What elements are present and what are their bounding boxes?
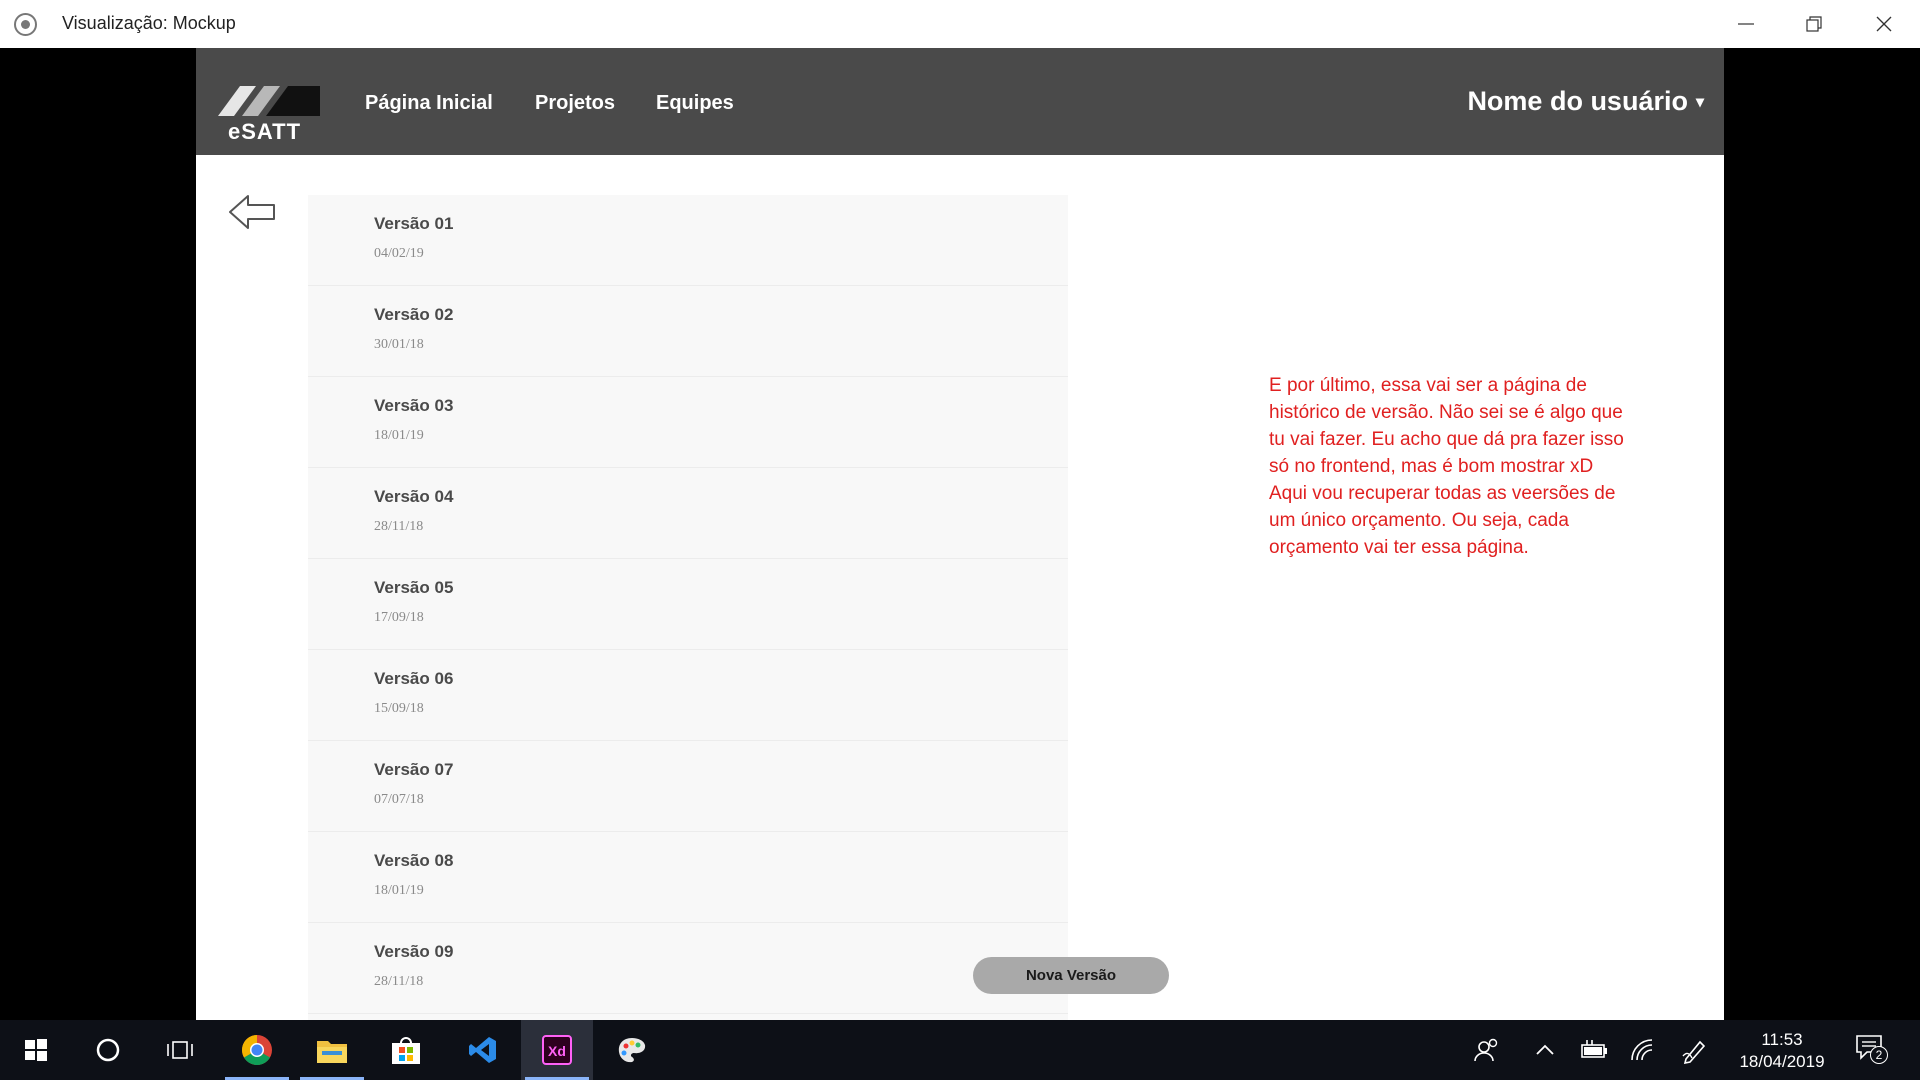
version-item[interactable]: Versão 07 07/07/18	[308, 741, 1068, 832]
chrome-icon	[241, 1035, 272, 1066]
version-date: 28/11/18	[374, 974, 424, 989]
user-name: Nome do usuário	[1467, 86, 1688, 116]
task-view-button[interactable]	[144, 1020, 216, 1080]
taskbar-clock[interactable]: 11:53 18/04/2019	[1736, 1029, 1828, 1073]
version-item[interactable]: Versão 02 30/01/18	[308, 286, 1068, 377]
wifi-tray-button[interactable]	[1628, 1036, 1658, 1064]
version-item[interactable]: Versão 04 28/11/18	[308, 468, 1068, 559]
version-date: 18/01/19	[374, 883, 424, 898]
restore-icon	[1806, 16, 1822, 32]
close-icon	[1876, 16, 1892, 32]
svg-text:Xd: Xd	[548, 1043, 566, 1059]
cortana-circle-icon	[96, 1038, 120, 1062]
battery-plug-icon	[1581, 1040, 1607, 1058]
taskbar-chrome[interactable]	[221, 1020, 293, 1080]
close-button[interactable]	[1850, 0, 1918, 48]
taskbar-paint[interactable]	[596, 1020, 668, 1080]
version-item[interactable]: Versão 05 17/09/18	[308, 559, 1068, 650]
clock-date: 18/04/2019	[1739, 1052, 1825, 1071]
taskbar-file-explorer[interactable]	[296, 1020, 368, 1080]
annotation-note: E por último, essa vai ser a página de h…	[1269, 375, 1624, 558]
wifi-icon	[1631, 1039, 1653, 1061]
people-icon	[1474, 1038, 1498, 1062]
cortana-button[interactable]	[72, 1020, 144, 1080]
paint-palette-icon	[618, 1038, 646, 1063]
taskbar-store[interactable]	[370, 1020, 442, 1080]
nav-teams[interactable]: Equipes	[656, 92, 734, 115]
version-item[interactable]: Versão 09 28/11/18	[308, 923, 1068, 1014]
version-name: Versão 06	[374, 669, 454, 688]
window-title: Visualização: Mockup	[62, 13, 236, 33]
version-name: Versão 04	[374, 487, 454, 506]
esatt-logo[interactable]: eSATT	[216, 84, 320, 144]
version-name: Versão 01	[374, 214, 454, 233]
version-item[interactable]: Versão 01 04/02/19	[308, 195, 1068, 286]
version-name: Versão 08	[374, 851, 454, 870]
folder-icon	[317, 1041, 347, 1063]
pen-icon	[1682, 1040, 1706, 1065]
nav-home[interactable]: Página Inicial	[365, 92, 493, 115]
adobe-xd-icon: Xd	[542, 1035, 572, 1065]
nav-projects[interactable]: Projetos	[535, 92, 615, 115]
store-bag-icon	[392, 1037, 420, 1064]
mockup-app: eSATT Página Inicial Projetos Equipes No…	[196, 48, 1724, 1020]
new-version-button[interactable]: Nova Versão	[973, 957, 1169, 994]
task-view-icon	[167, 1041, 193, 1059]
chevron-up-icon	[1536, 1044, 1554, 1055]
arrow-left-icon	[229, 195, 275, 229]
version-name: Versão 03	[374, 396, 454, 415]
version-name: Versão 07	[374, 760, 454, 779]
version-history-list: Versão 01 04/02/19 Versão 02 30/01/18 Ve…	[308, 195, 1068, 1020]
version-item[interactable]: Versão 03 18/01/19	[308, 377, 1068, 468]
user-menu[interactable]: Nome do usuário ▾	[1467, 86, 1704, 117]
logo-text: eSATT	[228, 119, 302, 144]
version-date: 28/11/18	[374, 519, 424, 534]
window-titlebar: Visualização: Mockup	[0, 0, 1920, 48]
notification-count-badge: 2	[1870, 1046, 1888, 1064]
taskbar: Xd 11:53 18/04/2019 2	[0, 1020, 1920, 1080]
back-button[interactable]	[228, 192, 278, 232]
battery-tray-button[interactable]	[1578, 1036, 1608, 1064]
version-date: 17/09/18	[374, 610, 424, 625]
taskbar-vscode[interactable]	[447, 1020, 519, 1080]
preview-record-icon	[14, 13, 37, 36]
top-navbar: eSATT Página Inicial Projetos Equipes No…	[196, 48, 1724, 155]
vscode-icon	[469, 1037, 496, 1063]
version-item[interactable]: Versão 06 15/09/18	[308, 650, 1068, 741]
version-name: Versão 02	[374, 305, 454, 324]
taskbar-adobe-xd[interactable]: Xd	[521, 1020, 593, 1080]
people-tray-button[interactable]	[1472, 1036, 1502, 1064]
windows-logo-icon	[25, 1039, 47, 1061]
version-name: Versão 09	[374, 942, 454, 961]
action-center-button[interactable]: 2	[1855, 1034, 1891, 1068]
version-name: Versão 05	[374, 578, 454, 597]
show-hidden-icons-button[interactable]	[1530, 1036, 1560, 1064]
pen-workspace-button[interactable]	[1680, 1036, 1710, 1065]
minimize-button[interactable]	[1712, 0, 1780, 48]
version-date: 30/01/18	[374, 337, 424, 352]
clock-time: 11:53	[1761, 1030, 1803, 1049]
caret-down-icon: ▾	[1695, 93, 1704, 111]
version-date: 18/01/19	[374, 428, 424, 443]
start-button[interactable]	[0, 1020, 72, 1080]
restore-button[interactable]	[1780, 0, 1848, 48]
version-date: 07/07/18	[374, 792, 424, 807]
version-item[interactable]: Versão 08 18/01/19	[308, 832, 1068, 923]
minimize-icon	[1738, 23, 1754, 25]
version-date: 04/02/19	[374, 246, 424, 261]
version-date: 15/09/18	[374, 701, 424, 716]
logo-stripes-icon	[218, 86, 320, 116]
